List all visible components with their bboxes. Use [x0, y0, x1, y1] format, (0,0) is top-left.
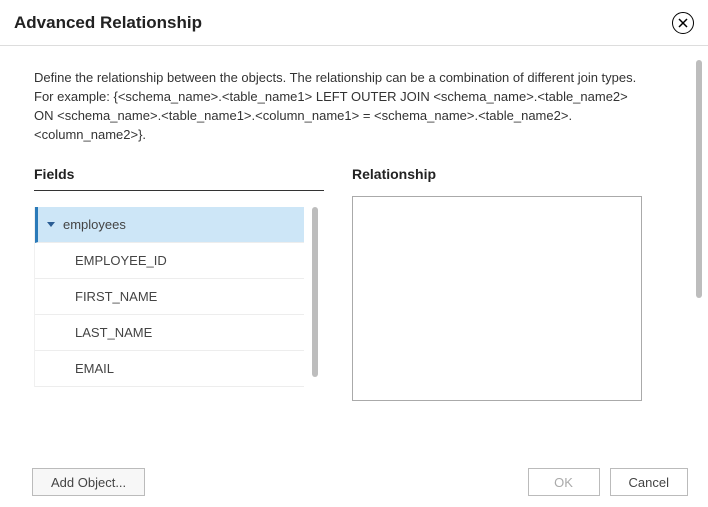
- dialog-footer: Add Object... OK Cancel: [0, 457, 708, 507]
- fields-list-container: employees EMPLOYEE_ID FIRST_NAME LAST_NA…: [34, 207, 324, 387]
- dialog-body: Define the relationship between the obje…: [0, 46, 708, 457]
- dialog-description: Define the relationship between the obje…: [34, 68, 644, 144]
- ok-button[interactable]: OK: [528, 468, 600, 496]
- tree-node-label: employees: [63, 217, 126, 232]
- tree-field-last-name[interactable]: LAST_NAME: [35, 315, 304, 351]
- fields-scrollbar[interactable]: [312, 207, 318, 377]
- relationship-input[interactable]: [352, 196, 642, 401]
- relationship-column: Relationship: [352, 166, 642, 401]
- tree-node-employees[interactable]: employees: [35, 207, 304, 243]
- tree-field-email[interactable]: EMAIL: [35, 351, 304, 387]
- close-button[interactable]: [672, 12, 694, 34]
- fields-tree: employees EMPLOYEE_ID FIRST_NAME LAST_NA…: [34, 207, 304, 387]
- tree-field-first-name[interactable]: FIRST_NAME: [35, 279, 304, 315]
- tree-field-employee-id[interactable]: EMPLOYEE_ID: [35, 243, 304, 279]
- tree-field-label: LAST_NAME: [75, 325, 152, 340]
- dialog-title: Advanced Relationship: [14, 13, 202, 33]
- chevron-down-icon: [47, 222, 55, 227]
- dialog-titlebar: Advanced Relationship: [0, 0, 708, 46]
- description-text-2: For example: {<schema_name>.<table_name1…: [34, 89, 628, 142]
- fields-column: Fields employees EMPLOYEE_ID FIRST_NAME: [34, 166, 324, 387]
- cancel-button[interactable]: Cancel: [610, 468, 688, 496]
- close-icon: [678, 18, 688, 28]
- advanced-relationship-dialog: Advanced Relationship Define the relatio…: [0, 0, 708, 507]
- relationship-heading: Relationship: [352, 166, 642, 190]
- columns: Fields employees EMPLOYEE_ID FIRST_NAME: [34, 166, 684, 401]
- body-scrollbar[interactable]: [696, 60, 702, 298]
- tree-field-label: FIRST_NAME: [75, 289, 157, 304]
- tree-field-label: EMAIL: [75, 361, 114, 376]
- tree-field-label: EMPLOYEE_ID: [75, 253, 167, 268]
- description-text-1: Define the relationship between the obje…: [34, 70, 636, 85]
- fields-heading: Fields: [34, 166, 324, 191]
- add-object-button[interactable]: Add Object...: [32, 468, 145, 496]
